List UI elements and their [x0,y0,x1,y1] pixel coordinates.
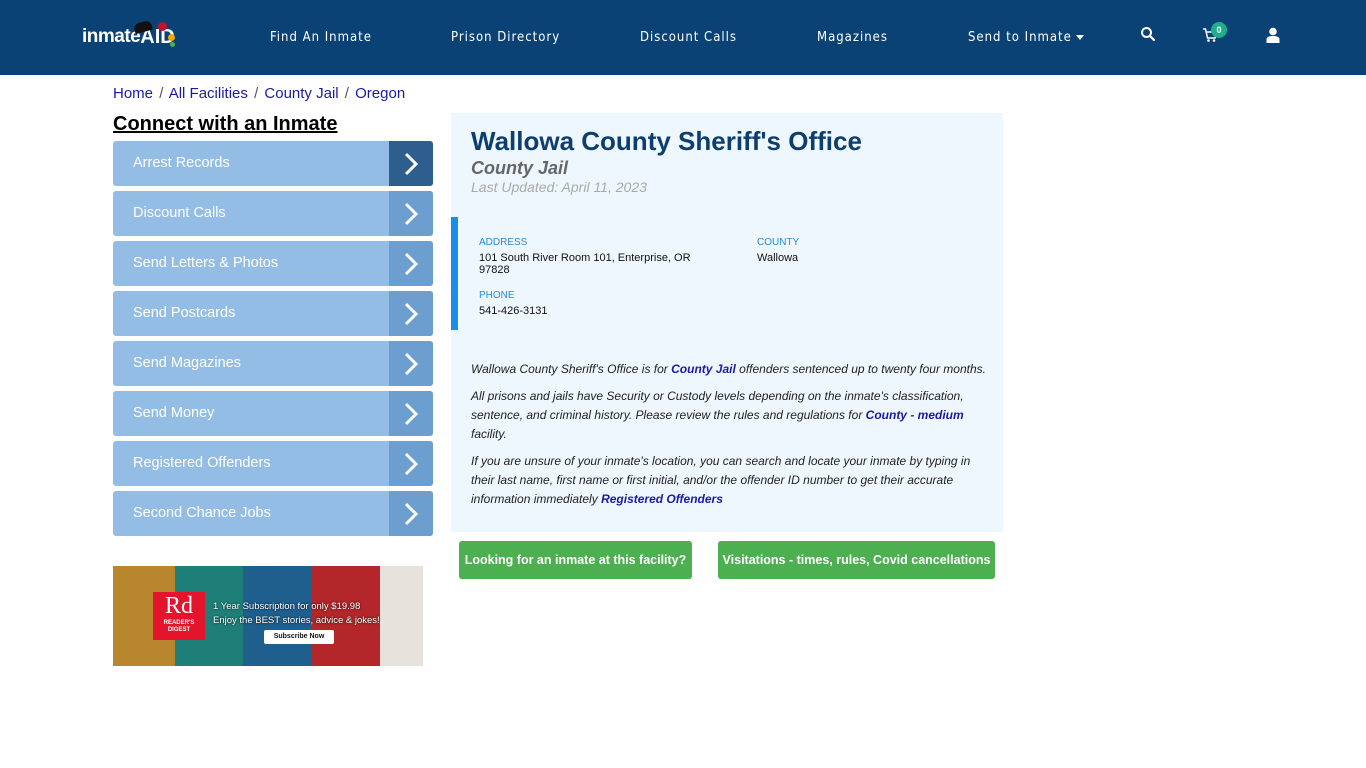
caret-down-icon [1075,35,1084,40]
readers-digest-logo: Rd READER'S DIGEST [153,592,205,640]
user-icon[interactable] [1266,27,1286,47]
phone-value[interactable]: 541-426-3131 [479,305,548,317]
registered-offenders-link[interactable]: Registered Offenders [601,492,723,506]
description-paragraph: Wallowa County Sheriff's Office is for C… [471,360,991,379]
sidebar-item-send-letters-photos[interactable]: Send Letters & Photos [113,241,433,286]
chevron-right-icon [389,291,433,336]
sidebar-item-label: Send Magazines [133,355,242,371]
nav-find-an-inmate[interactable]: Find An Inmate [270,30,372,45]
find-inmate-at-facility-button[interactable]: Looking for an inmate at this facility? [459,541,692,579]
breadcrumb-oregon[interactable]: Oregon [355,85,405,102]
sidebar-item-send-money[interactable]: Send Money [113,391,433,436]
address-line-2: 97828 [479,264,510,276]
top-navbar: inmate AID Find An Inmate Prison Director… [0,0,1366,75]
sidebar-item-label: Discount Calls [133,205,226,221]
ad-brand-subtitle: READER'S DIGEST [163,620,195,633]
facility-description: Wallowa County Sheriff's Office is for C… [471,360,991,517]
facility-card: Wallowa County Sheriff's Office County J… [451,113,1003,532]
search-icon[interactable] [1140,26,1160,46]
ad-brand-mark: Rd [164,593,193,619]
last-updated: Last Updated: April 11, 2023 [471,179,647,195]
sidebar-item-discount-calls[interactable]: Discount Calls [113,191,433,236]
logo-text: inmate [82,26,141,47]
nav-prison-directory[interactable]: Prison Directory [451,30,560,45]
logo-decoration-icon [158,22,167,31]
address-label: ADDRESS [479,237,528,248]
facility-type: County Jail [471,158,569,178]
chevron-right-icon [389,241,433,286]
sidebar-item-label: Send Money [133,405,215,421]
description-paragraph: All prisons and jails have Security or C… [471,387,991,444]
visitations-button[interactable]: Visitations - times, rules, Covid cancel… [718,541,995,579]
facility-info-panel: ADDRESS 101 South River Room 101, Enterp… [451,217,1003,330]
logo-decoration-icon [168,34,175,41]
sidebar-item-label: Registered Offenders [133,455,271,471]
breadcrumb-county-jail[interactable]: County Jail [264,85,338,102]
chevron-right-icon [389,341,433,386]
sidebar-item-registered-offenders[interactable]: Registered Offenders [113,441,433,486]
county-jail-link[interactable]: County Jail [671,362,736,376]
breadcrumb-separator: / [159,85,164,102]
sidebar-item-label: Send Postcards [133,305,236,321]
breadcrumb-separator: / [344,85,349,102]
nav-send-to-inmate-label: Send to Inmate [968,30,1072,45]
chevron-right-icon [389,491,433,536]
nav-magazines[interactable]: Magazines [817,30,888,45]
chevron-right-icon [389,441,433,486]
ad-line-2: Enjoy the BEST stories, advice & jokes! [213,615,380,626]
chevron-right-icon [389,141,433,186]
county-label: COUNTY [757,237,800,248]
description-paragraph: If you are unsure of your inmate's locat… [471,452,991,509]
description-text: offenders sentenced up to twenty four mo… [735,362,986,376]
breadcrumb: Home / All Facilities / County Jail / Or… [113,85,405,102]
breadcrumb-all-facilities[interactable]: All Facilities [169,85,248,102]
chevron-right-icon [389,391,433,436]
sidebar-item-arrest-records[interactable]: Arrest Records [113,141,433,186]
sidebar-item-label: Second Chance Jobs [133,505,271,521]
sidebar-menu: Arrest Records Discount Calls Send Lette… [113,141,433,541]
sidebar-item-send-magazines[interactable]: Send Magazines [113,341,433,386]
phone-label: PHONE [479,290,515,301]
description-text: Wallowa County Sheriff's Office is for [471,362,672,376]
sidebar-item-label: Arrest Records [133,155,230,171]
sidebar-title: Connect with an Inmate [113,113,338,135]
sidebar-item-label: Send Letters & Photos [133,255,279,271]
readers-digest-ad-banner[interactable]: Rd READER'S DIGEST 1 Year Subscription f… [113,566,423,666]
county-value: Wallowa [757,252,799,264]
chevron-right-icon [389,191,433,236]
address-line-1: 101 South River Room 101, Enterprise, OR [479,252,691,264]
breadcrumb-home[interactable]: Home [113,85,153,102]
description-text: facility. [471,427,507,441]
nav-discount-calls[interactable]: Discount Calls [640,30,737,45]
sidebar-item-second-chance-jobs[interactable]: Second Chance Jobs [113,491,433,536]
cart-count-badge: 0 [1211,22,1227,38]
nav-send-to-inmate[interactable]: Send to Inmate [968,30,1084,45]
facility-name: Wallowa County Sheriff's Office [471,126,862,156]
logo-decoration-icon [170,42,175,47]
county-medium-link[interactable]: County - medium [866,408,964,422]
ad-subscribe-button[interactable]: Subscribe Now [264,630,334,644]
sidebar-item-send-postcards[interactable]: Send Postcards [113,291,433,336]
ad-line-1: 1 Year Subscription for only $19.98 [213,601,361,612]
breadcrumb-separator: / [254,85,259,102]
